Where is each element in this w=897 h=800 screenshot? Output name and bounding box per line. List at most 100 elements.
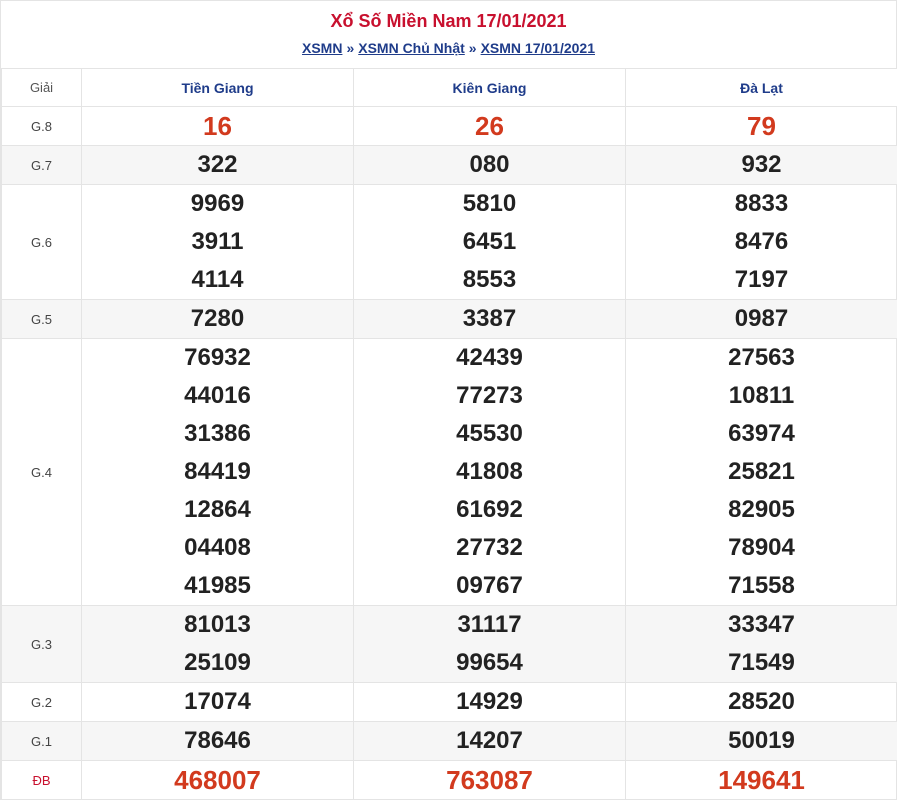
prize-number: 25821	[626, 453, 897, 491]
table-row: G.5728033870987	[2, 300, 897, 339]
prize-number: 78904	[626, 529, 897, 567]
prize-label: G.3	[2, 606, 82, 683]
breadcrumb-link-xsmn-date[interactable]: XSMN 17/01/2021	[481, 40, 595, 56]
result-cell: 26	[354, 107, 626, 146]
province-header-kien-giang[interactable]: Kiên Giang	[354, 69, 626, 107]
result-cell: 8101325109	[82, 606, 354, 683]
prize-number: 8476	[626, 223, 897, 261]
prize-number: 71558	[626, 567, 897, 605]
table-row: G.2170741492928520	[2, 683, 897, 722]
prize-number: 41985	[82, 567, 353, 605]
prize-label: G.6	[2, 185, 82, 300]
prize-number: 0987	[626, 300, 897, 338]
prize-number: 8553	[354, 261, 625, 299]
province-header-da-lat[interactable]: Đà Lạt	[626, 69, 897, 107]
result-cell: 0987	[626, 300, 897, 339]
result-cell: 27563108116397425821829057890471558	[626, 339, 897, 606]
table-row: G.6996939114114581064518553883384767197	[2, 185, 897, 300]
prize-number: 31117	[354, 606, 625, 644]
prize-number: 080	[354, 146, 625, 184]
result-cell: 763087	[354, 761, 626, 800]
prize-label: G.4	[2, 339, 82, 606]
table-row: G.7322080932	[2, 146, 897, 185]
prize-number: 322	[82, 146, 353, 184]
prize-number: 71549	[626, 644, 897, 682]
result-cell: 7280	[82, 300, 354, 339]
province-header-tien-giang[interactable]: Tiền Giang	[82, 69, 354, 107]
result-cell: 149641	[626, 761, 897, 800]
result-cell: 322	[82, 146, 354, 185]
prize-label: G.5	[2, 300, 82, 339]
result-cell: 996939114114	[82, 185, 354, 300]
prize-label: G.1	[2, 722, 82, 761]
prize-number: 5810	[354, 185, 625, 223]
prize-number: 44016	[82, 377, 353, 415]
result-cell: 50019	[626, 722, 897, 761]
result-cell: 14207	[354, 722, 626, 761]
prize-number: 04408	[82, 529, 353, 567]
prize-number: 84419	[82, 453, 353, 491]
prize-number: 81013	[82, 606, 353, 644]
breadcrumb: XSMN»XSMN Chủ Nhật»XSMN 17/01/2021	[1, 39, 896, 57]
results-table: Giải Tiền Giang Kiên Giang Đà Lạt G.8162…	[1, 68, 897, 800]
prize-number: 6451	[354, 223, 625, 261]
prize-number: 33347	[626, 606, 897, 644]
table-row: G.1786461420750019	[2, 722, 897, 761]
prize-number: 468007	[82, 761, 353, 799]
prize-number: 9969	[82, 185, 353, 223]
prize-number: 42439	[354, 339, 625, 377]
prize-number: 16	[82, 107, 353, 145]
prize-number: 50019	[626, 722, 897, 760]
prize-number: 82905	[626, 491, 897, 529]
prize-label: ĐB	[2, 761, 82, 800]
prize-number: 27732	[354, 529, 625, 567]
prize-number: 61692	[354, 491, 625, 529]
breadcrumb-separator: »	[346, 40, 354, 56]
prize-number: 76932	[82, 339, 353, 377]
prize-number: 7197	[626, 261, 897, 299]
result-cell: 883384767197	[626, 185, 897, 300]
prize-label: G.8	[2, 107, 82, 146]
prize-column-header: Giải	[2, 69, 82, 107]
prize-number: 10811	[626, 377, 897, 415]
results-body: G.8162679G.7322080932G.69969391141145810…	[2, 107, 897, 800]
table-row: ĐB468007763087149641	[2, 761, 897, 800]
prize-number: 3911	[82, 223, 353, 261]
prize-number: 12864	[82, 491, 353, 529]
prize-number: 63974	[626, 415, 897, 453]
result-cell: 468007	[82, 761, 354, 800]
prize-number: 31386	[82, 415, 353, 453]
result-cell: 3334771549	[626, 606, 897, 683]
table-row: G.47693244016313868441912864044084198542…	[2, 339, 897, 606]
prize-number: 932	[626, 146, 897, 184]
result-cell: 16	[82, 107, 354, 146]
result-cell: 42439772734553041808616922773209767	[354, 339, 626, 606]
results-box: Xổ Số Miền Nam 17/01/2021 XSMN»XSMN Chủ …	[0, 0, 897, 800]
prize-number: 149641	[626, 761, 897, 799]
table-row: G.8162679	[2, 107, 897, 146]
prize-number: 28520	[626, 683, 897, 721]
page-title: Xổ Số Miền Nam 17/01/2021	[1, 1, 896, 32]
prize-number: 45530	[354, 415, 625, 453]
result-cell: 581064518553	[354, 185, 626, 300]
result-cell: 932	[626, 146, 897, 185]
prize-number: 99654	[354, 644, 625, 682]
result-cell: 76932440163138684419128640440841985	[82, 339, 354, 606]
prize-number: 763087	[354, 761, 625, 799]
prize-number: 17074	[82, 683, 353, 721]
prize-number: 27563	[626, 339, 897, 377]
prize-number: 8833	[626, 185, 897, 223]
breadcrumb-separator: »	[469, 40, 477, 56]
result-cell: 14929	[354, 683, 626, 722]
prize-number: 77273	[354, 377, 625, 415]
prize-number: 41808	[354, 453, 625, 491]
result-cell: 080	[354, 146, 626, 185]
result-cell: 3387	[354, 300, 626, 339]
prize-number: 78646	[82, 722, 353, 760]
prize-number: 3387	[354, 300, 625, 338]
breadcrumb-link-xsmn[interactable]: XSMN	[302, 40, 342, 56]
result-cell: 17074	[82, 683, 354, 722]
result-cell: 79	[626, 107, 897, 146]
prize-number: 09767	[354, 567, 625, 605]
breadcrumb-link-xsmn-sunday[interactable]: XSMN Chủ Nhật	[358, 40, 465, 56]
